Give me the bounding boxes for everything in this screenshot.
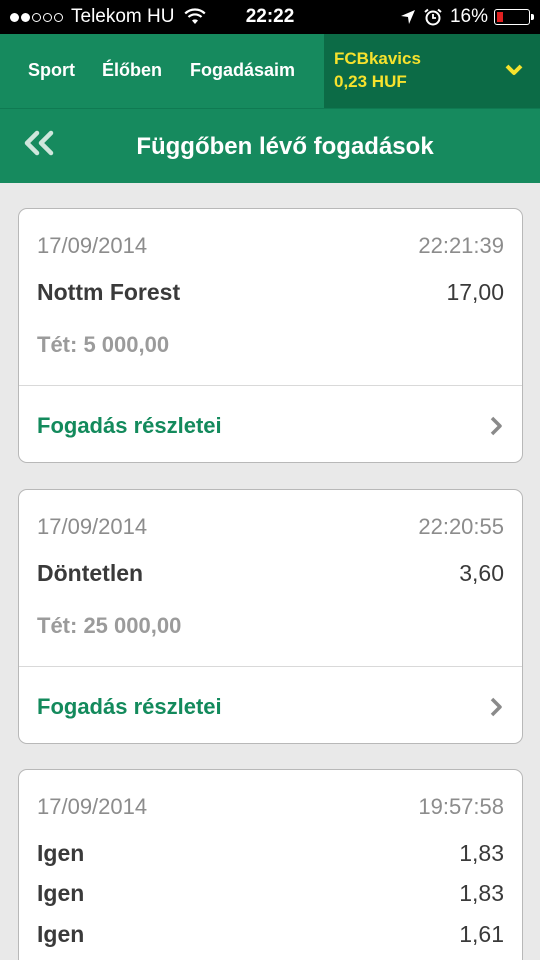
bet-stake: Tét: 5 000,00 [37, 332, 170, 357]
chevron-down-icon [505, 64, 523, 75]
bet-date: 17/09/2014 [37, 233, 148, 258]
selection-name: Igen [37, 921, 85, 947]
selection-odds: 1,83 [459, 880, 504, 906]
selection-odds: 3,60 [459, 560, 504, 586]
selection-row: Igen 1,83 [37, 840, 504, 867]
nav-live[interactable]: Élőben [102, 60, 162, 81]
nav-sport[interactable]: Sport [28, 60, 75, 81]
bet-date: 17/09/2014 [37, 514, 148, 539]
divider [19, 385, 522, 386]
account-menu[interactable]: FCBkavics 0,23 HUF [324, 34, 540, 108]
selection-row: Döntetlen 3,60 [37, 560, 504, 587]
selection-row: Igen 1,61 [37, 921, 504, 948]
selection-name: Igen [37, 880, 85, 906]
selection-name: Nottm Forest [37, 279, 181, 305]
bet-stake: Tét: 25 000,00 [37, 613, 182, 638]
account-username: FCBkavics [334, 49, 421, 68]
status-bar: Telekom HU 22:22 16% [0, 0, 540, 34]
bet-card: 17/09/2014 22:20:55 Döntetlen 3,60 Tét: … [18, 489, 523, 744]
battery-icon [494, 9, 534, 25]
chevron-right-icon [490, 697, 502, 717]
bet-details-link[interactable]: Fogadás részletei [37, 406, 504, 446]
battery-percent: 16% [449, 6, 488, 27]
selection-name: Igen [37, 840, 85, 866]
alarm-icon [424, 8, 442, 26]
bet-details-label: Fogadás részletei [37, 413, 222, 438]
bet-time: 19:57:58 [418, 794, 504, 819]
location-arrow-icon [400, 10, 415, 24]
nav-my-bets[interactable]: Fogadásaim [190, 60, 295, 81]
selection-name: Döntetlen [37, 560, 144, 586]
selection-odds: 17,00 [446, 279, 504, 305]
selection-odds: 1,83 [459, 840, 504, 866]
top-navigation: Sport Élőben Fogadásaim FCBkavics 0,23 H… [0, 34, 540, 108]
divider [19, 666, 522, 667]
bet-details-label: Fogadás részletei [37, 694, 222, 719]
bet-time: 22:21:39 [418, 233, 504, 258]
bet-date: 17/09/2014 [37, 794, 148, 819]
account-balance: 0,23 HUF [334, 72, 407, 91]
selection-odds: 1,61 [459, 921, 504, 947]
bet-card: 17/09/2014 19:57:58 Igen 1,83 Igen 1,83 … [18, 769, 523, 960]
bet-card: 17/09/2014 22:21:39 Nottm Forest 17,00 T… [18, 208, 523, 463]
bet-details-link[interactable]: Fogadás részletei [37, 687, 504, 727]
chevron-right-icon [490, 416, 502, 436]
selection-row: Igen 1,83 [37, 880, 504, 907]
page-header: Függőben lévő fogadások [0, 108, 540, 183]
bet-time: 22:20:55 [418, 514, 504, 539]
page-title: Függőben lévő fogadások [136, 133, 434, 160]
selection-row: Nottm Forest 17,00 [37, 279, 504, 306]
